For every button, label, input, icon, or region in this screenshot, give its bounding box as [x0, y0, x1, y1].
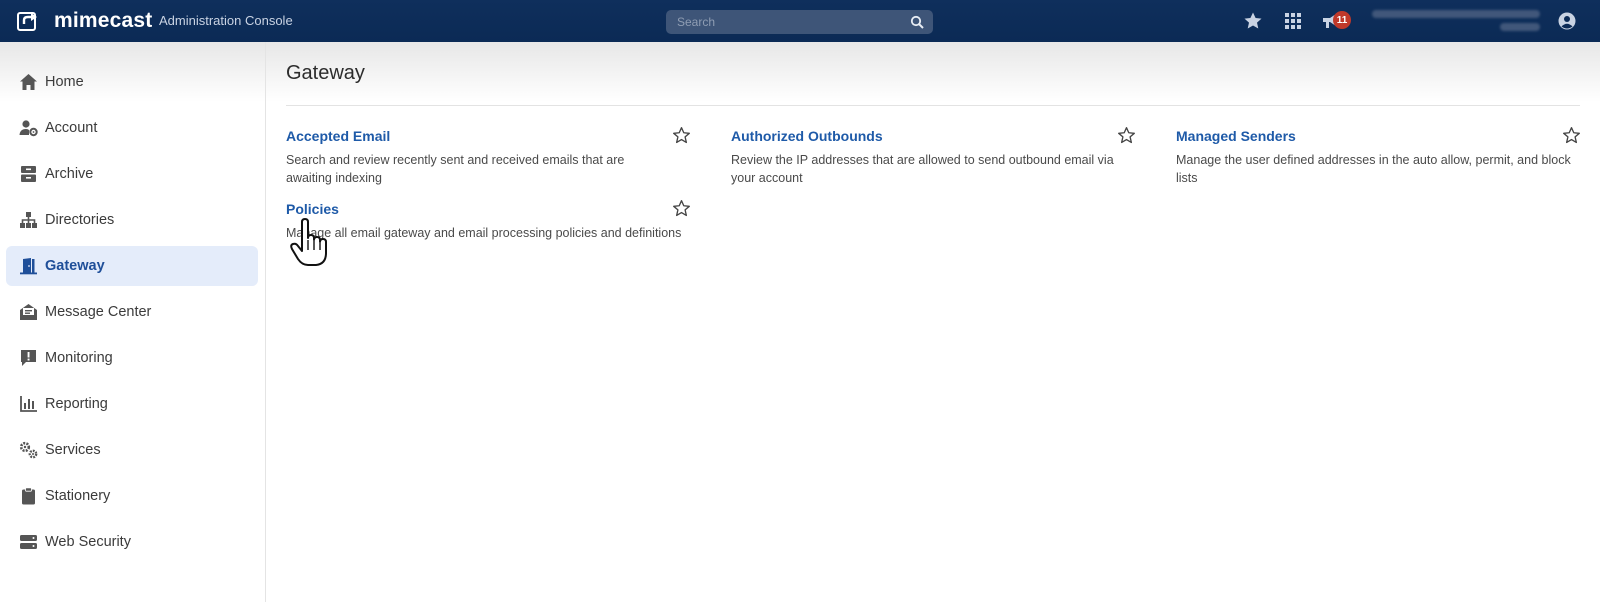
sidebar-item-label: Reporting: [45, 396, 108, 412]
favorite-star-icon[interactable]: [1117, 126, 1136, 145]
account-gear-icon: [19, 120, 38, 137]
card-title-authorized-outbounds[interactable]: Authorized Outbounds: [731, 128, 883, 144]
user-account-info[interactable]: [1372, 10, 1540, 32]
sidebar-item-monitoring[interactable]: Monitoring: [6, 338, 258, 378]
sidebar-item-gateway[interactable]: Gateway: [6, 246, 258, 286]
sidebar-item-label: Web Security: [45, 534, 131, 550]
sidebar-item-stationery[interactable]: Stationery: [6, 476, 258, 516]
apps-grid-icon[interactable]: [1283, 11, 1303, 31]
sidebar-item-label: Services: [45, 442, 101, 458]
web-security-server-icon: [20, 535, 37, 549]
sidebar-item-label: Home: [45, 74, 84, 90]
stationery-clipboard-icon: [22, 487, 35, 505]
card-title-managed-senders[interactable]: Managed Senders: [1176, 128, 1296, 144]
sidebar-item-label: Monitoring: [45, 350, 113, 366]
brand-name[interactable]: mimecast: [54, 9, 153, 33]
favorites-star-icon[interactable]: [1243, 11, 1263, 31]
monitoring-alert-icon: [21, 350, 36, 366]
sidebar-item-label: Message Center: [45, 304, 152, 320]
card-description: Review the IP addresses that are allowed…: [731, 153, 1114, 185]
services-gears-icon: [19, 441, 38, 459]
user-profile-icon[interactable]: [1557, 11, 1577, 31]
gateway-door-icon: [20, 258, 37, 275]
page-title: Gateway: [286, 62, 365, 84]
sidebar-item-label: Account: [45, 120, 98, 136]
sidebar-item-label: Directories: [45, 212, 115, 228]
sidebar-item-label: Gateway: [45, 258, 105, 274]
title-divider: [286, 105, 1580, 106]
sidebar-item-archive[interactable]: Archive: [6, 154, 258, 194]
sidebar-item-reporting[interactable]: Reporting: [6, 384, 258, 424]
card-description: Manage all email gateway and email proce…: [286, 226, 682, 240]
message-center-icon: [20, 304, 37, 320]
main-content: Gateway Accepted Email Search and review…: [266, 42, 1600, 602]
sidebar-item-label: Archive: [45, 166, 94, 182]
card-description: Search and review recently sent and rece…: [286, 153, 625, 185]
card-title-accepted-email[interactable]: Accepted Email: [286, 128, 390, 144]
favorite-star-icon[interactable]: [672, 199, 691, 218]
sidebar-item-message-center[interactable]: Message Center: [6, 292, 258, 332]
mimecast-logo-icon[interactable]: [17, 10, 39, 32]
search-icon[interactable]: [910, 15, 924, 29]
card-title-policies[interactable]: Policies: [286, 201, 339, 217]
sidebar-nav: Home Account Archive Directories Gateway…: [0, 42, 266, 602]
sidebar-item-account[interactable]: Account: [6, 108, 258, 148]
top-bar: mimecast Administration Console 11: [0, 0, 1600, 42]
sidebar-item-web-security[interactable]: Web Security: [6, 522, 258, 562]
archive-icon: [21, 166, 36, 182]
favorite-star-icon[interactable]: [1562, 126, 1581, 145]
reporting-chart-icon: [20, 396, 37, 412]
home-icon: [20, 74, 37, 90]
card-description: Manage the user defined addresses in the…: [1176, 153, 1571, 185]
directories-icon: [20, 212, 37, 228]
sidebar-item-label: Stationery: [45, 488, 111, 504]
notification-badge[interactable]: 11: [1333, 11, 1351, 29]
hand-pointer-cursor-icon: [290, 218, 327, 266]
sidebar-item-directories[interactable]: Directories: [6, 200, 258, 240]
sidebar-item-services[interactable]: Services: [6, 430, 258, 470]
search-input[interactable]: [666, 14, 899, 30]
search-box[interactable]: [666, 10, 933, 34]
sidebar-item-home[interactable]: Home: [6, 62, 258, 102]
console-title: Administration Console: [159, 13, 293, 28]
favorite-star-icon[interactable]: [672, 126, 691, 145]
